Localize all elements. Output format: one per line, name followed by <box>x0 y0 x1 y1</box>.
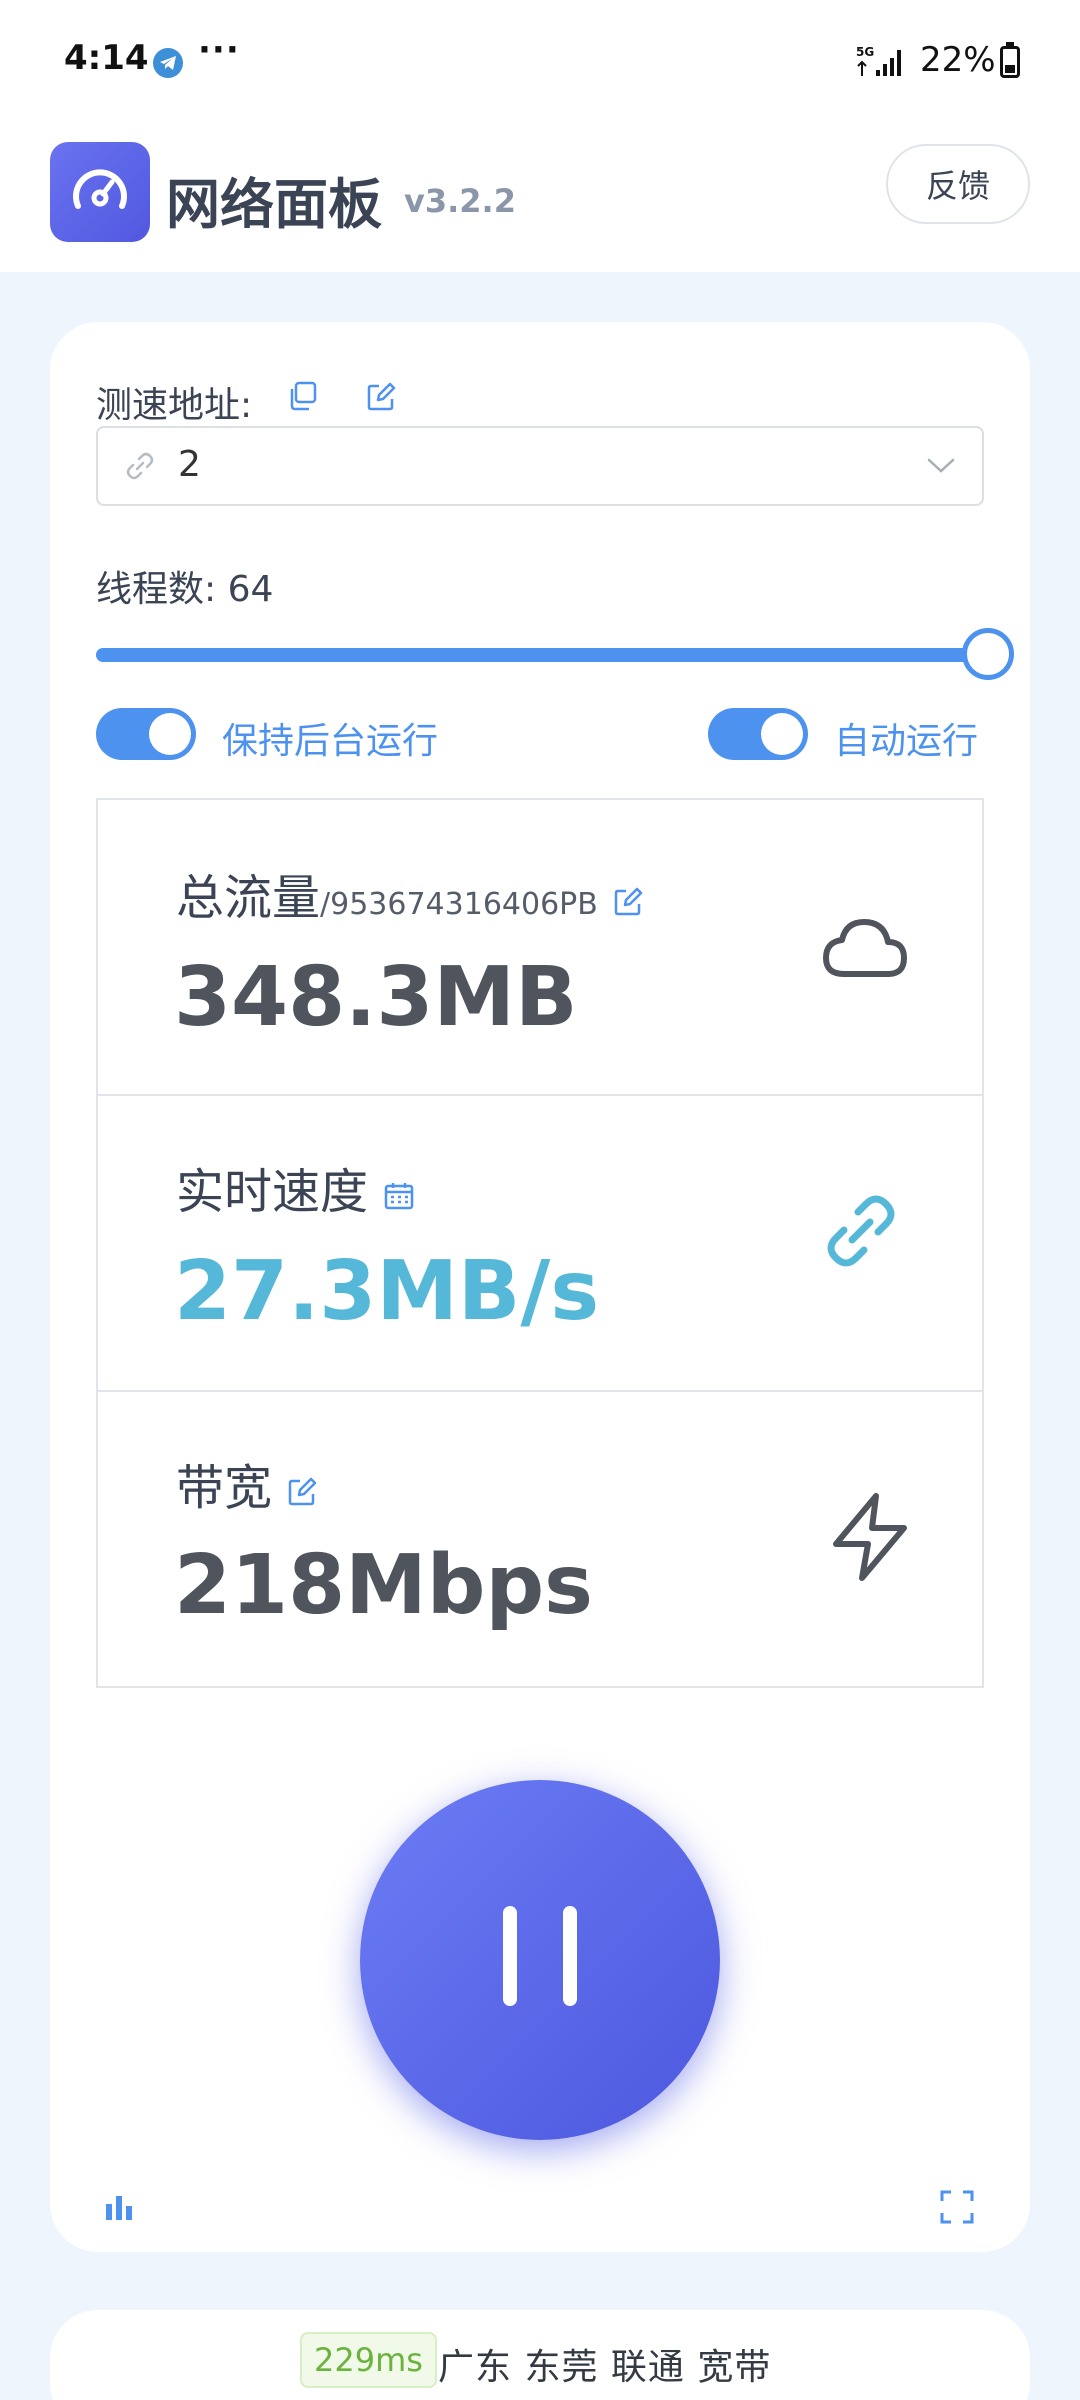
test-url-select[interactable]: 2 <box>96 426 984 506</box>
edit-bandwidth-icon[interactable] <box>287 1463 317 1519</box>
latency-badge: 229ms <box>300 2332 437 2388</box>
battery-icon <box>1000 42 1020 78</box>
app-header: 网络面板 v3.2.2 反馈 <box>0 126 1080 272</box>
copy-icon[interactable] <box>286 380 318 416</box>
bandwidth-label: 带宽 <box>176 1460 273 1516</box>
pause-icon-bar-right <box>563 1906 577 2006</box>
auto-run-toggle[interactable] <box>708 708 808 760</box>
toggle-knob <box>149 713 191 755</box>
cloud-icon <box>820 908 910 992</box>
status-time: 4:14 <box>64 38 149 78</box>
bandwidth-value: 218Mbps <box>174 1538 593 1633</box>
signal-5g-icon: 5G <box>856 44 908 84</box>
bar-chart-icon[interactable] <box>104 2192 134 2226</box>
realtime-speed-title: 实时速度 <box>176 1152 415 1223</box>
total-traffic-title: 总流量/953674316406PB <box>176 858 643 929</box>
edit-limit-icon[interactable] <box>613 873 643 929</box>
total-traffic-label: 总流量 <box>176 870 321 926</box>
edit-url-icon[interactable] <box>366 382 396 416</box>
realtime-speed-card: 实时速度 27.3MB/s <box>96 1094 984 1392</box>
total-traffic-value: 348.3MB <box>174 950 578 1045</box>
network-info-card: 229ms 广东 东莞 联通 宽带 <box>50 2310 1030 2400</box>
battery-percent: 22% <box>920 40 996 80</box>
main-card: 测速地址: 2 线程数: 64 保持后台运行 自动运行 总流量/95367431… <box>50 322 1030 2252</box>
feedback-button[interactable]: 反馈 <box>886 144 1030 224</box>
svg-text:5G: 5G <box>856 45 874 59</box>
realtime-speed-label: 实时速度 <box>176 1164 369 1220</box>
thread-slider-track[interactable] <box>96 648 984 662</box>
thread-count-label: 线程数: 64 <box>96 569 274 610</box>
status-bar: 4:14 ··· 5G 22% <box>0 0 1080 126</box>
link-icon <box>124 450 156 486</box>
total-traffic-card: 总流量/953674316406PB 348.3MB <box>96 798 984 1096</box>
auto-run-label: 自动运行 <box>834 721 979 762</box>
bandwidth-card: 带宽 218Mbps <box>96 1390 984 1688</box>
speedometer-logo-icon <box>50 142 150 242</box>
realtime-speed-value: 27.3MB/s <box>174 1244 600 1339</box>
network-location: 广东 东莞 联通 宽带 <box>438 2347 772 2388</box>
toggle-knob <box>761 713 803 755</box>
thread-slider-fill <box>96 648 984 662</box>
more-notifications-icon: ··· <box>198 30 240 70</box>
keep-background-label: 保持后台运行 <box>222 721 439 762</box>
keep-background-toggle[interactable] <box>96 708 196 760</box>
test-url-label: 测速地址: <box>96 385 253 426</box>
thread-slider-handle[interactable] <box>962 628 1014 680</box>
bandwidth-title: 带宽 <box>176 1448 317 1519</box>
pause-icon-bar-left <box>503 1906 517 2006</box>
app-title: 网络面板 <box>166 173 382 236</box>
chevron-down-icon <box>926 454 956 482</box>
link-chain-icon <box>824 1194 898 1272</box>
test-url-value: 2 <box>178 444 201 485</box>
total-traffic-limit: /953674316406PB <box>320 887 598 922</box>
pause-button[interactable] <box>360 1780 720 2140</box>
fullscreen-icon[interactable] <box>940 2190 974 2228</box>
calendar-icon[interactable] <box>383 1167 415 1223</box>
telegram-icon <box>153 48 183 78</box>
lightning-icon <box>830 1492 910 1586</box>
app-version: v3.2.2 <box>404 182 516 220</box>
